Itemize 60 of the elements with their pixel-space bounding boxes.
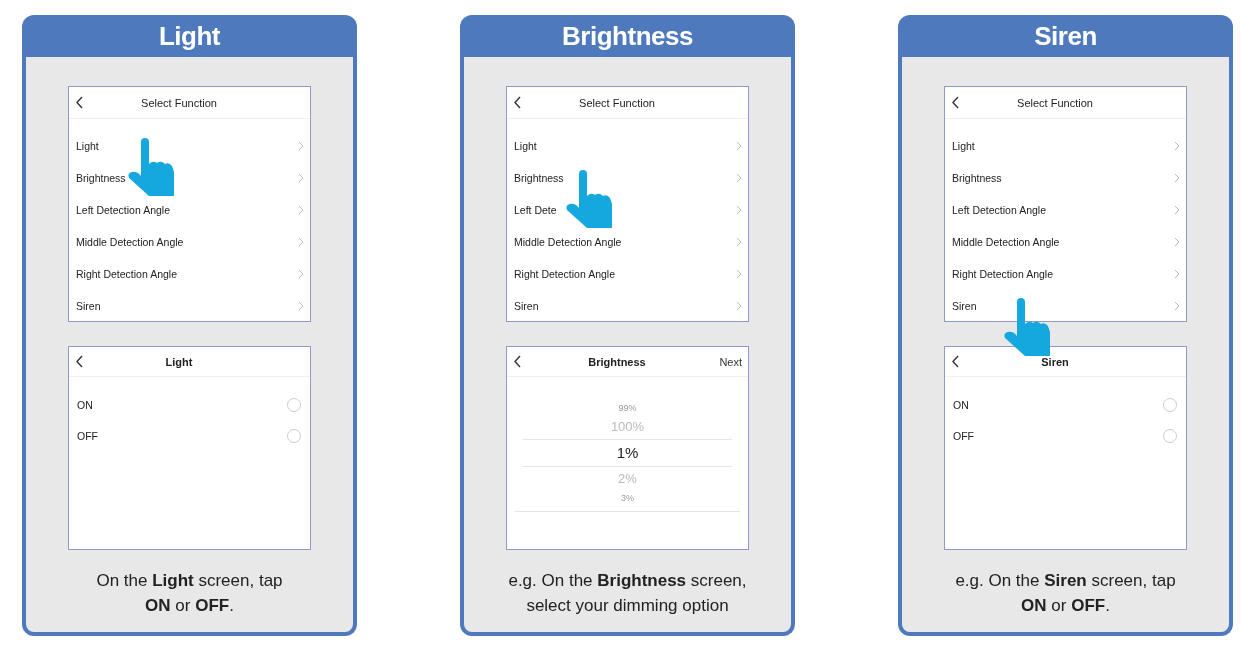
chevron-icon (298, 173, 304, 183)
screen-title: Siren (1040, 355, 1070, 368)
menu-item[interactable]: Left Dete (507, 194, 748, 226)
screen-title: Light (164, 355, 194, 368)
instruction-text: e.g. On the Brightness screen, select your dimming option (507, 570, 748, 617)
chevron-icon (736, 173, 742, 183)
chevron-icon (736, 205, 742, 215)
chevron-icon (1174, 173, 1180, 183)
panel-title: Light (159, 20, 220, 52)
menu-item[interactable]: Middle Detection Angle (507, 226, 748, 258)
menu-item[interactable]: Siren (945, 290, 1186, 322)
screen-title: Select Function (578, 96, 656, 109)
menu-item[interactable]: Brightness (945, 162, 1186, 194)
back-icon[interactable] (76, 96, 84, 109)
menu-item[interactable]: Brightness (69, 162, 310, 194)
screen-title: Select Function (140, 96, 218, 109)
menu-item[interactable]: Siren (507, 290, 748, 322)
chevron-icon (1174, 141, 1180, 151)
menu-item[interactable]: Light (69, 130, 310, 162)
chevron-icon (736, 269, 742, 279)
chevron-icon (1174, 205, 1180, 215)
menu-item[interactable]: Light (507, 130, 748, 162)
chevron-icon (298, 301, 304, 311)
menu-item[interactable]: Siren (69, 290, 310, 322)
back-icon[interactable] (952, 355, 960, 368)
back-icon[interactable] (514, 96, 522, 109)
menu-item[interactable]: Light (945, 130, 1186, 162)
menu-item[interactable]: Left Detection Angle (945, 194, 1186, 226)
menu-item[interactable]: Right Detection Angle (945, 258, 1186, 290)
option-row[interactable]: OFF (945, 420, 1186, 451)
chevron-icon (1174, 301, 1180, 311)
chevron-icon (298, 237, 304, 247)
panel-title: Brightness (562, 20, 693, 52)
instruction-text: On the Light screen, tap ON or OFF. (95, 570, 284, 617)
back-icon[interactable] (76, 355, 84, 368)
chevron-icon (736, 237, 742, 247)
menu-item[interactable]: Right Detection Angle (507, 258, 748, 290)
chevron-icon (1174, 237, 1180, 247)
screen-title: Brightness (587, 355, 647, 368)
instruction-text: e.g. On the Siren screen, tap ON or OFF. (954, 570, 1177, 617)
chevron-icon (736, 141, 742, 151)
option-row[interactable]: ON (945, 389, 1186, 420)
menu-item[interactable]: Middle Detection Angle (945, 226, 1186, 258)
back-icon[interactable] (514, 355, 522, 368)
chevron-icon (298, 141, 304, 151)
screen-title: Select Function (1016, 96, 1094, 109)
panel-title: Siren (1034, 20, 1097, 52)
menu-item[interactable]: Middle Detection Angle (69, 226, 310, 258)
back-icon[interactable] (952, 96, 960, 109)
menu-item[interactable]: Left Detection Angle (69, 194, 310, 226)
chevron-icon (1174, 269, 1180, 279)
menu-item[interactable]: Brightness (507, 162, 748, 194)
option-row[interactable]: OFF (69, 420, 310, 451)
chevron-icon (736, 301, 742, 311)
option-row[interactable]: ON (69, 389, 310, 420)
chevron-icon (298, 269, 304, 279)
next-button[interactable]: Next (719, 355, 742, 368)
picker-value[interactable]: 1% (523, 439, 732, 467)
chevron-icon (298, 205, 304, 215)
menu-item[interactable]: Right Detection Angle (69, 258, 310, 290)
